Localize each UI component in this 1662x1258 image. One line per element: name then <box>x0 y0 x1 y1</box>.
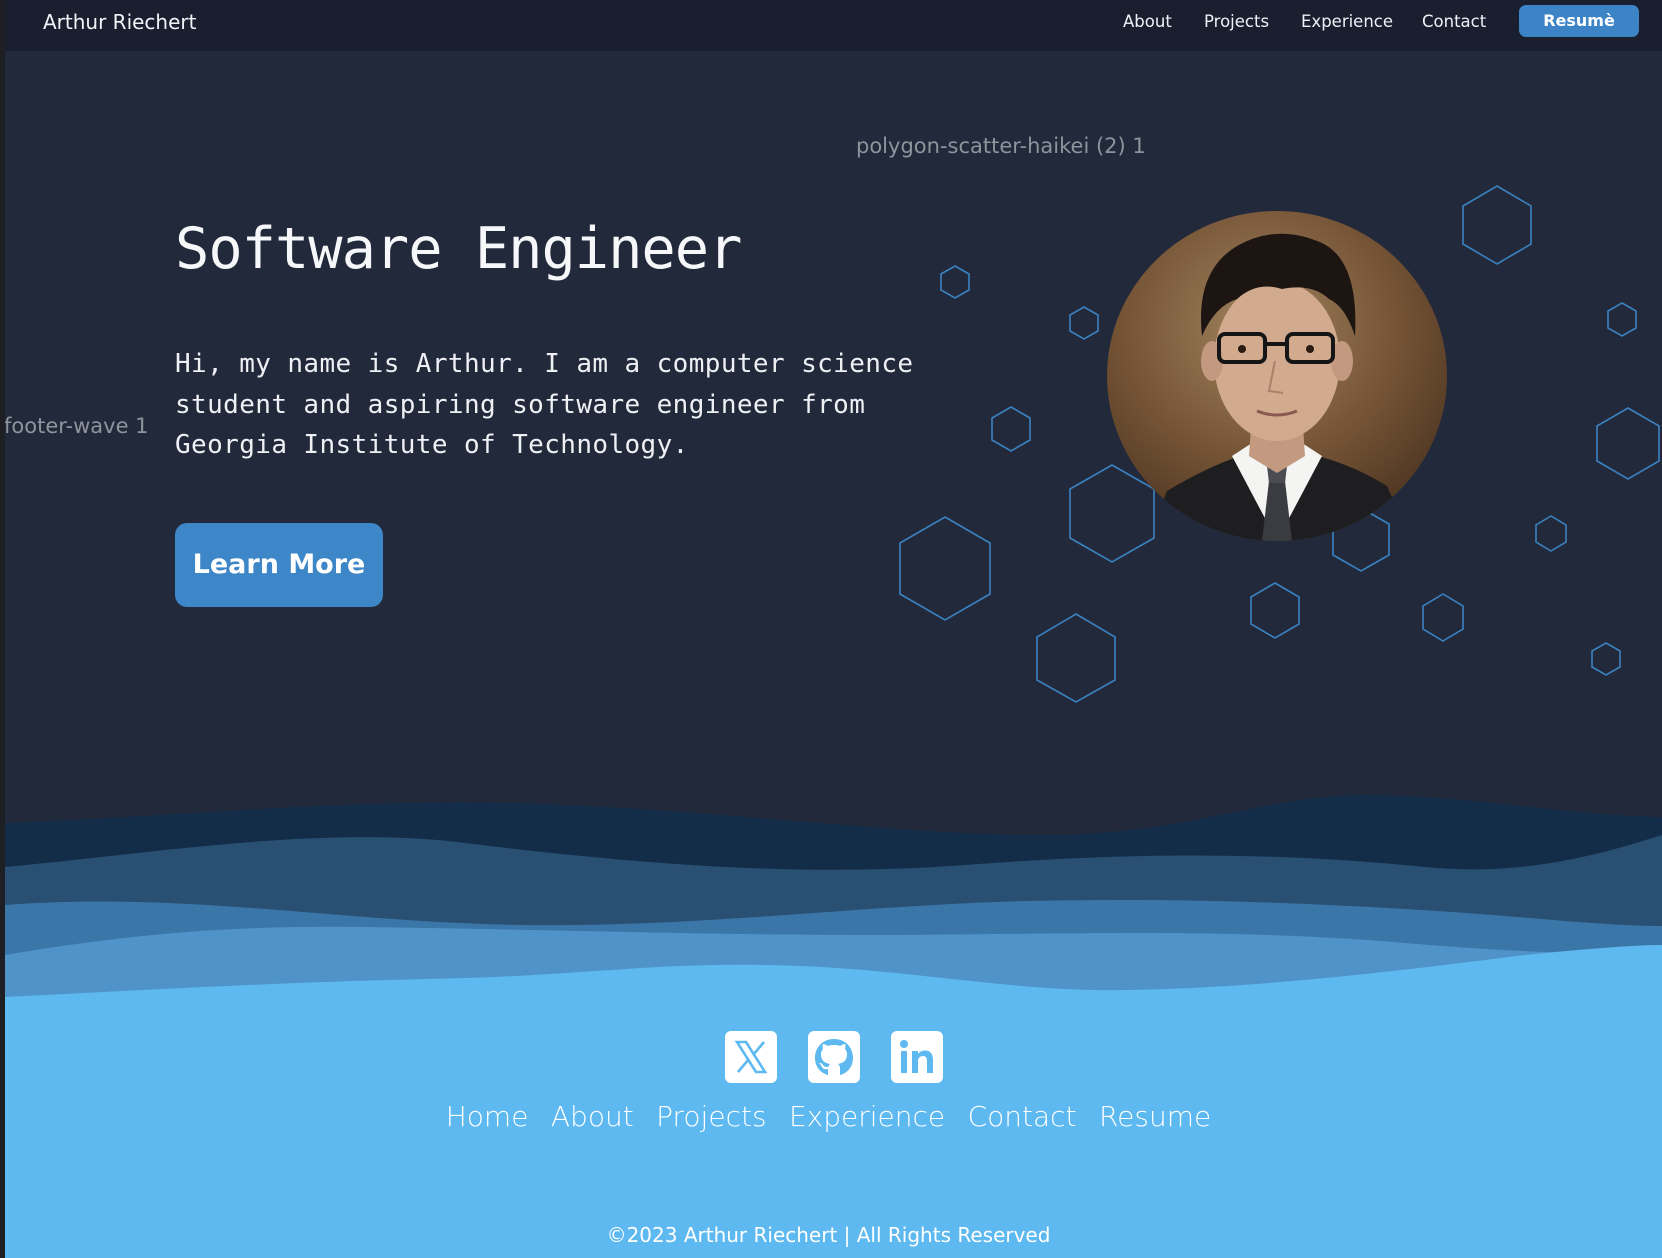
hexagon-shape <box>1591 642 1621 676</box>
hexagon-shape <box>1036 613 1116 703</box>
x-icon[interactable] <box>725 1031 777 1083</box>
learn-more-button[interactable]: Learn More <box>175 523 383 607</box>
hexagon-shape <box>991 406 1031 452</box>
footer-link-resume[interactable]: Resume <box>1099 1100 1211 1133</box>
copyright-text: ©2023 Arthur Riechert | All Rights Reser… <box>606 1223 1051 1247</box>
intro-line: student and aspiring software engineer f… <box>175 389 866 420</box>
footer-link-contact[interactable]: Contact <box>968 1100 1077 1133</box>
hexagon-shape <box>1250 582 1300 639</box>
intro-line: Hi, my name is Arthur. I am a computer s… <box>175 349 914 379</box>
hexagon-shape <box>1069 306 1099 340</box>
hexagon-shape <box>1462 185 1532 265</box>
footer-link-home[interactable]: Home <box>446 1100 529 1133</box>
hexagon-shape <box>940 265 970 299</box>
footer-waves <box>5 795 1662 1258</box>
hexagon-shape <box>899 516 991 621</box>
footer-nav: Home About Projects Experience Contact R… <box>5 1100 1652 1133</box>
intro-line: Georgia Institute of Technology. <box>175 430 689 460</box>
linkedin-icon[interactable] <box>891 1031 943 1083</box>
hero-title: Software Engineer <box>175 216 742 282</box>
footer-link-projects[interactable]: Projects <box>656 1100 766 1133</box>
footer-link-about[interactable]: About <box>551 1100 634 1133</box>
footer-link-experience[interactable]: Experience <box>789 1100 945 1133</box>
hexagon-shape <box>1607 302 1637 337</box>
hexagon-shape <box>1069 464 1155 563</box>
github-icon[interactable] <box>808 1031 860 1083</box>
hero-intro: Hi, my name is Arthur. I am a computer s… <box>175 344 995 466</box>
profile-photo <box>1107 211 1447 541</box>
hexagon-shape <box>1596 407 1660 480</box>
hexagon-shape <box>1422 593 1464 642</box>
page: Arthur Riechert About Projects Experienc… <box>5 0 1662 1258</box>
hexagon-shape <box>1535 515 1567 552</box>
